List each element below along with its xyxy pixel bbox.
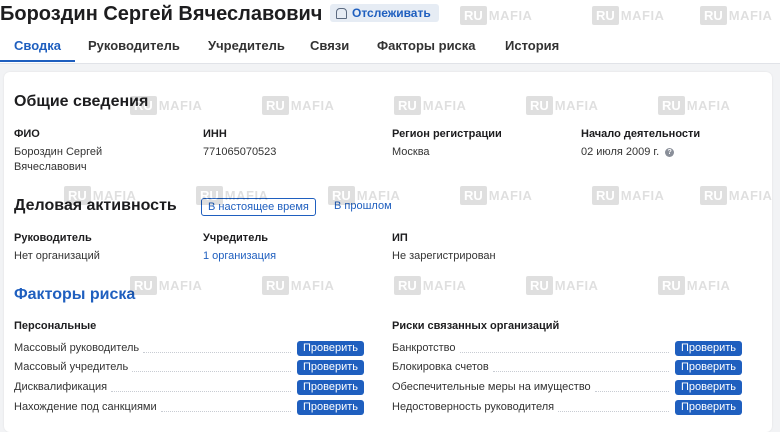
fio-label: ФИО (14, 128, 40, 140)
activity-head-label: Руководитель (14, 232, 92, 244)
start-value-row: 02 июля 2009 г.? (581, 145, 675, 160)
related-risk-row: Обеспечительные меры на имущество Провери… (392, 379, 742, 395)
risk-label: Недостоверность руководителя (392, 401, 555, 413)
risk-label: Массовый учредитель (14, 361, 129, 373)
tab-summary[interactable]: Сводка (14, 38, 61, 53)
help-icon[interactable]: ? (665, 147, 675, 157)
fio-value-line2: Вячеславович (14, 161, 87, 173)
start-value: 02 июля 2009 г. (581, 146, 660, 158)
dotted-leader (594, 390, 669, 392)
activity-ip-value: Не зарегистрирован (392, 250, 496, 262)
fio-value-line1: Бороздин Сергей (14, 146, 103, 158)
personal-risk-title: Персональные (14, 320, 97, 332)
bell-icon (336, 7, 347, 19)
personal-risk-row: Массовый руководитель Проверить (14, 340, 364, 356)
follow-button[interactable]: Отслеживать (330, 4, 439, 22)
risk-label: Дисквалификация (14, 381, 108, 393)
dotted-leader (132, 370, 291, 372)
tab-links[interactable]: Связи (310, 38, 349, 53)
active-tab-indicator (0, 60, 75, 62)
dotted-leader (111, 390, 291, 392)
region-value: Москва (392, 146, 430, 158)
general-title: Общие сведения (14, 93, 149, 110)
inn-label: ИНН (203, 128, 227, 140)
activity-title: Деловая активность (14, 197, 177, 214)
dotted-leader (459, 351, 669, 353)
dotted-leader (492, 370, 669, 372)
inn-value: 771065070523 (203, 146, 277, 158)
risk-label: Массовый руководитель (14, 342, 140, 354)
check-button[interactable]: Проверить (296, 399, 364, 415)
activity-founder-link[interactable]: 1 организация (203, 249, 276, 264)
dotted-leader (160, 410, 291, 412)
tab-bar: Сводка Руководитель Учредитель Связи Фак… (0, 32, 780, 64)
check-button[interactable]: Проверить (296, 379, 364, 395)
dotted-leader (143, 351, 291, 353)
check-button[interactable]: Проверить (674, 359, 742, 375)
risk-label: Обеспечительные меры на имущество (392, 381, 591, 393)
activity-founder-label: Учредитель (203, 232, 269, 244)
period-now-toggle[interactable]: В настоящее время (201, 198, 316, 216)
start-label: Начало деятельности (581, 128, 701, 140)
person-name: Бороздин Сергей Вячеславович (0, 3, 323, 25)
personal-risk-row: Нахождение под санкциями Проверить (14, 399, 364, 415)
related-risk-row: Банкротство Проверить (392, 340, 742, 356)
risk-label: Нахождение под санкциями (14, 401, 157, 413)
dotted-leader (558, 410, 669, 412)
tab-history[interactable]: История (505, 38, 559, 53)
personal-risk-row: Массовый учредитель Проверить (14, 359, 364, 375)
check-button[interactable]: Проверить (296, 340, 364, 356)
tab-founder[interactable]: Учредитель (208, 38, 285, 53)
activity-ip-label: ИП (392, 232, 408, 244)
activity-head-value: Нет организаций (14, 250, 100, 262)
tab-risk-factors[interactable]: Факторы риска (377, 38, 476, 53)
risk-title[interactable]: Факторы риска (14, 286, 135, 304)
period-past-toggle[interactable]: В прошлом (328, 198, 398, 214)
check-button[interactable]: Проверить (674, 399, 742, 415)
risk-label: Банкротство (392, 342, 456, 354)
related-risk-row: Недостоверность руководителя Проверить (392, 399, 742, 415)
related-risk-title: Риски связанных организаций (392, 320, 560, 332)
check-button[interactable]: Проверить (674, 340, 742, 356)
risk-label: Блокировка счетов (392, 361, 489, 373)
region-label: Регион регистрации (392, 128, 502, 140)
check-button[interactable]: Проверить (296, 359, 364, 375)
header-divider (0, 63, 780, 64)
related-risk-row: Блокировка счетов Проверить (392, 359, 742, 375)
follow-label: Отслеживать (352, 6, 431, 20)
personal-risk-row: Дисквалификация Проверить (14, 379, 364, 395)
summary-card: Общие сведения ФИО Бороздин Сергей Вячес… (4, 72, 772, 432)
check-button[interactable]: Проверить (674, 379, 742, 395)
tab-head[interactable]: Руководитель (88, 38, 180, 53)
page-header: Бороздин Сергей Вячеславович Отслеживать… (0, 0, 780, 64)
